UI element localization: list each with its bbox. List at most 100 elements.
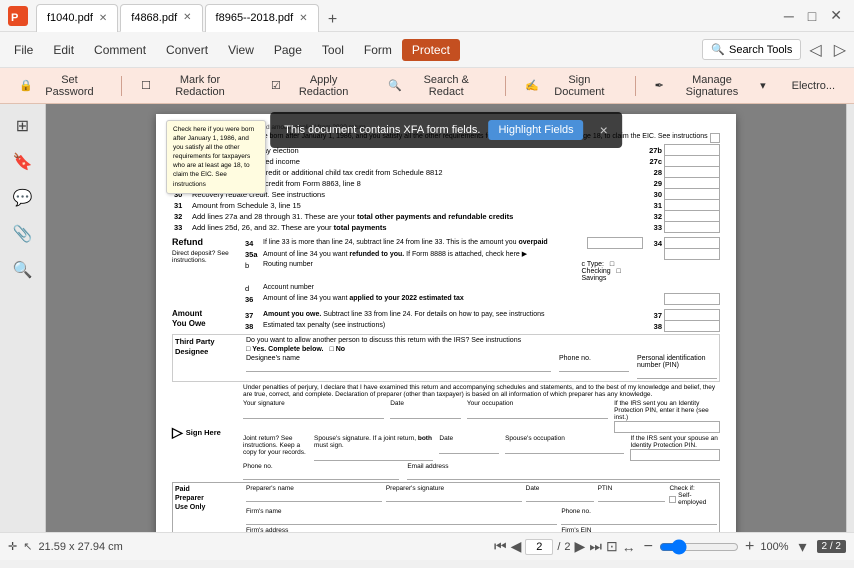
pdf-container[interactable]: This document contains XFA form fields. … (46, 104, 846, 532)
table-row: b Routing number c Type: □ Checking □ Sa… (243, 260, 720, 283)
prev-page-button[interactable]: ◀ (511, 538, 522, 555)
tab-close-f8965[interactable]: ✕ (299, 13, 307, 24)
amount-owe-section: AmountYou Owe 37 Amount you owe. Subtrac… (172, 309, 720, 332)
dropdown-arrow-icon: ▾ (760, 79, 766, 92)
toolbar: 🔒 Set Password ☐ Mark for Redaction ☑ Ap… (0, 68, 854, 104)
tab-f8965[interactable]: f8965--2018.pdf ✕ (205, 4, 319, 32)
fit-page-button[interactable]: ⊡ (606, 538, 618, 555)
window-controls: ─ □ ✕ (780, 5, 846, 26)
search-tools-button[interactable]: 🔍 Search Tools (702, 39, 801, 60)
close-button[interactable]: ✕ (826, 5, 846, 26)
tab-f1040[interactable]: f1040.pdf ✕ (36, 4, 118, 32)
xfa-banner: This document contains XFA form fields. … (270, 112, 622, 148)
right-panel (846, 104, 854, 532)
toolbar-separator-1 (121, 76, 122, 96)
page-count-badge: 2 / 2 (817, 540, 846, 553)
menu-tool[interactable]: Tool (312, 39, 354, 61)
tab-bar: f1040.pdf ✕ f4868.pdf ✕ f8965--2018.pdf … (36, 0, 780, 32)
zoom-control: − + 100% ▾ 2 / 2 (644, 535, 846, 559)
search-redact-icon: 🔍 (388, 79, 402, 92)
fit-width-button[interactable]: ↔ (622, 539, 636, 555)
mark-redaction-button[interactable]: ☐ Mark for Redaction (130, 69, 256, 103)
last-page-button[interactable]: ⏭ (589, 538, 602, 555)
zoom-dropdown-button[interactable]: ▾ (795, 535, 811, 559)
page-dimensions: 21.59 x 27.94 cm (38, 541, 122, 553)
sign-here-section: ▷ Sign Here Under penalties of perjury, … (172, 384, 720, 480)
left-panel: ⊞ 🔖 💬 📎 🔍 (0, 104, 46, 532)
comments-icon[interactable]: 💬 (9, 184, 37, 212)
zoom-out-button[interactable]: − (644, 538, 653, 556)
nav-forward-button[interactable]: ▷ (830, 38, 850, 62)
total-pages: 2 (564, 541, 570, 553)
bookmarks-icon[interactable]: 🔖 (9, 148, 37, 176)
banner-text: This document contains XFA form fields. (284, 124, 480, 136)
search-tools: 🔍 Search Tools ◁ ▷ (702, 38, 850, 62)
close-banner-button[interactable]: × (600, 122, 608, 138)
toolbar-separator-3 (635, 76, 636, 96)
refund-section: Refund Direct deposit? See instructions.… (172, 237, 720, 305)
thumbnails-icon[interactable]: ⊞ (9, 112, 37, 140)
tooltip-box: Check here if you were born after Januar… (166, 120, 266, 194)
app-icon: P (8, 6, 28, 26)
table-row: 35a Amount of line 34 you want refunded … (243, 249, 720, 260)
menu-form[interactable]: Form (354, 39, 402, 61)
first-page-button[interactable]: ⏮ (494, 538, 507, 555)
tab-close-f1040[interactable]: ✕ (99, 13, 107, 24)
mark-icon: ☐ (141, 79, 151, 92)
table-row: 33 Add lines 25d, 26, and 32. These are … (172, 222, 720, 233)
manage-signatures-button[interactable]: ✒ Manage Signatures ▾ (644, 69, 777, 103)
pointer-icon: ↖ (23, 540, 32, 553)
third-party-section: Third PartyDesignee Do you want to allow… (172, 334, 720, 382)
table-row: 37 Amount you owe. Subtract line 33 from… (243, 310, 720, 321)
sign-document-button[interactable]: ✍ Sign Document (514, 69, 626, 103)
menu-convert[interactable]: Convert (156, 39, 218, 61)
lock-icon: 🔒 (19, 79, 33, 92)
table-row: d Account number (243, 283, 720, 294)
tab-close-f4868[interactable]: ✕ (183, 12, 191, 23)
menu-view[interactable]: View (218, 39, 264, 61)
set-password-button[interactable]: 🔒 Set Password (8, 69, 113, 103)
apply-icon: ☑ (271, 79, 281, 92)
status-left: ✛ ↖ 21.59 x 27.94 cm (8, 540, 486, 553)
menu-bar: File Edit Comment Convert View Page Tool… (0, 32, 854, 68)
nav-back-button[interactable]: ◁ (805, 38, 825, 62)
next-page-button[interactable]: ▶ (575, 538, 586, 555)
zoom-in-button[interactable]: + (745, 538, 754, 556)
maximize-button[interactable]: □ (804, 6, 820, 26)
table-row: 38 Estimated tax penalty (see instructio… (243, 321, 720, 332)
electro-button[interactable]: Electro... (781, 75, 846, 97)
highlight-fields-button[interactable]: Highlight Fields (488, 120, 583, 140)
sign-icon: ✍ (525, 79, 539, 92)
page-separator: / (557, 541, 560, 553)
paid-preparer-section: PaidPreparerUse Only Preparer's name Pre… (172, 482, 720, 532)
new-tab-button[interactable]: + (321, 8, 345, 32)
search-panel-icon[interactable]: 🔍 (9, 256, 37, 284)
toolbar-separator-2 (505, 76, 506, 96)
apply-redaction-button[interactable]: ☑ Apply Redaction (260, 69, 373, 103)
search-redact-button[interactable]: 🔍 Search & Redact (377, 69, 497, 103)
pdf-page: Check here if you were born after Januar… (156, 114, 736, 532)
search-icon: 🔍 (711, 43, 725, 56)
menu-file[interactable]: File (4, 39, 43, 61)
menu-comment[interactable]: Comment (84, 39, 156, 61)
tab-f4868[interactable]: f4868.pdf ✕ (120, 4, 202, 32)
menu-protect[interactable]: Protect (402, 39, 460, 61)
menu-edit[interactable]: Edit (43, 39, 84, 61)
refund-label-area: Refund Direct deposit? See instructions. (172, 237, 237, 305)
table-row: 31 Amount from Schedule 3, line 15 31 (172, 200, 720, 211)
zoom-level: 100% (760, 541, 788, 553)
table-row: 36 Amount of line 34 you want applied to… (243, 294, 720, 305)
current-page-input[interactable] (525, 539, 553, 555)
main-area: ⊞ 🔖 💬 📎 🔍 This document contains XFA for… (0, 104, 854, 532)
zoom-slider[interactable] (659, 539, 739, 555)
svg-text:P: P (11, 12, 18, 24)
tooltip-text: Check here if you were born after Januar… (173, 125, 259, 189)
minimize-button[interactable]: ─ (780, 6, 798, 26)
table-row: 32 Add lines 27a and 28 through 31. Thes… (172, 211, 720, 222)
title-bar: P f1040.pdf ✕ f4868.pdf ✕ f8965--2018.pd… (0, 0, 854, 32)
attachments-icon[interactable]: 📎 (9, 220, 37, 248)
cursor-icon: ✛ (8, 540, 17, 553)
sig-icon: ✒ (655, 79, 664, 92)
status-bar: ✛ ↖ 21.59 x 27.94 cm ⏮ ◀ / 2 ▶ ⏭ ⊡ ↔ − +… (0, 532, 854, 560)
menu-page[interactable]: Page (264, 39, 312, 61)
